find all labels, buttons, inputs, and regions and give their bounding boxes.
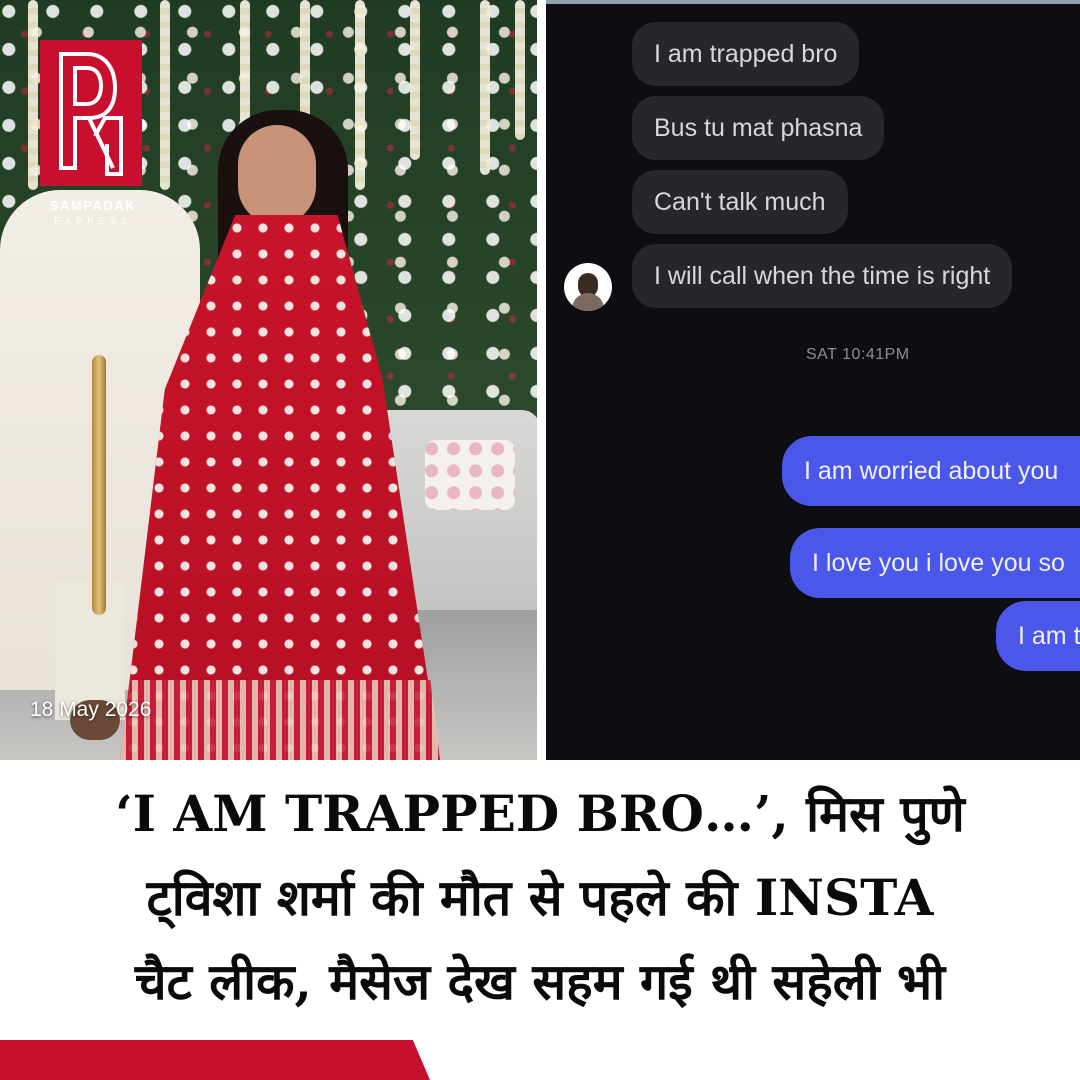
message-incoming: I will call when the time is right <box>632 244 1013 308</box>
sword <box>92 355 106 615</box>
garland <box>160 0 170 190</box>
headline-line-1: ‘I AM TRAPPED BRO…’, मिस पुणे <box>115 784 965 843</box>
bride-face <box>238 125 316 225</box>
message-outgoing: I am worried about you <box>782 436 1080 506</box>
chat-screenshot: I am trapped bro Bus tu mat phasna Can't… <box>546 0 1080 760</box>
sender-avatar <box>564 263 612 311</box>
headline-line-3: चैट लीक, मैसेज देख सहम गई थी सहेली भी <box>134 952 946 1011</box>
logo-subtitle: EXPRESS <box>54 216 132 226</box>
message-incoming: I am trapped bro <box>632 22 860 86</box>
message-outgoing: I am t <box>996 601 1080 671</box>
message-incoming: Can't talk much <box>632 170 848 234</box>
message-outgoing: I love you i love you so <box>790 528 1080 598</box>
message-incoming: Bus tu mat phasna <box>632 96 885 160</box>
logo-mark-icon <box>59 52 123 176</box>
chat-timestamp: SAT 10:41PM <box>806 346 910 363</box>
garland <box>410 0 420 160</box>
chat-top-edge <box>546 0 1080 4</box>
headline: ‘I AM TRAPPED BRO…’, मिस पुणे ट्विशा शर्… <box>0 772 1080 1024</box>
sofa-cushion <box>425 440 515 510</box>
sampadak-logo <box>40 40 142 186</box>
garland <box>28 0 38 190</box>
garland <box>480 0 490 175</box>
photo-date: 18 May 2026 <box>30 698 152 721</box>
headline-line-2: ट्विशा शर्मा की मौत से पहले की INSTA <box>146 868 934 927</box>
panel-divider <box>537 0 546 760</box>
garland <box>355 0 365 190</box>
garland <box>515 0 525 140</box>
logo-name: SAMPADAK <box>49 198 137 213</box>
footer-accent-bar <box>0 1040 430 1080</box>
lehenga-border <box>120 680 440 760</box>
